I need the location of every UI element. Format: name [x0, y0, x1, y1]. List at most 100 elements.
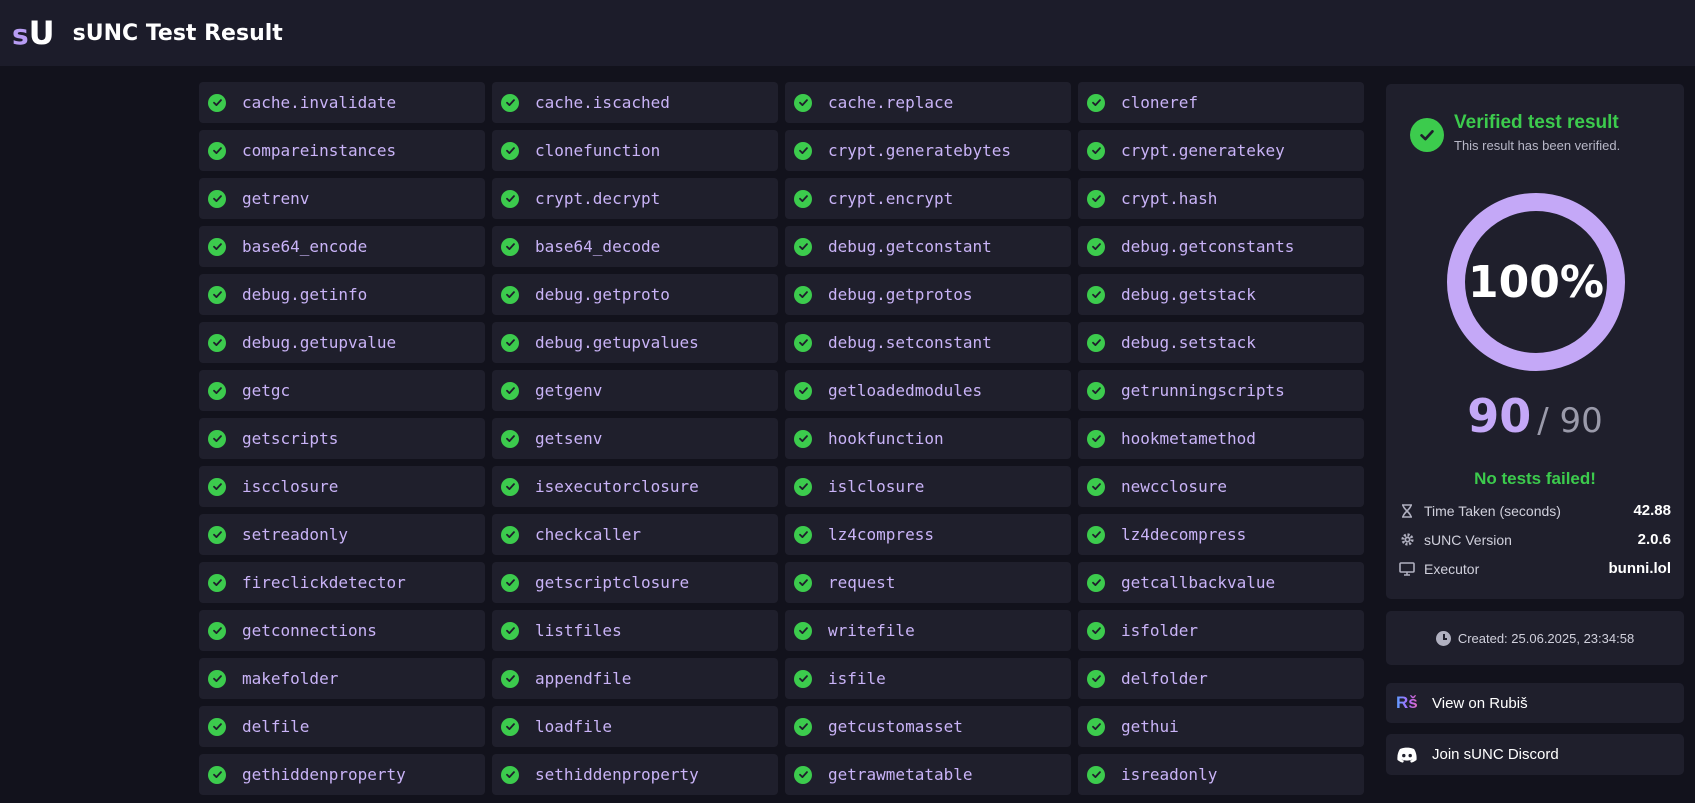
function-name: gethui — [1121, 717, 1179, 736]
function-result-item: lz4compress — [785, 514, 1071, 555]
function-result-item: debug.getupvalues — [492, 322, 778, 363]
pass-check-icon — [208, 477, 226, 496]
function-result-item: base64_decode — [492, 226, 778, 267]
function-name: loadfile — [535, 717, 613, 736]
function-name: request — [828, 573, 896, 592]
pass-check-icon — [208, 93, 226, 112]
pass-check-icon — [794, 717, 812, 736]
function-name: isexecutorclosure — [535, 477, 699, 496]
function-name: isfile — [828, 669, 886, 688]
function-name: debug.getconstant — [828, 237, 992, 256]
function-name: base64_decode — [535, 237, 661, 256]
rubis-link-label: View on Rubiš — [1432, 694, 1528, 712]
stat-executor: Executor bunni.lol — [1399, 554, 1671, 583]
function-result-item: debug.setconstant — [785, 322, 1071, 363]
function-result-item: getcustomasset — [785, 706, 1071, 747]
function-name: clonefunction — [535, 141, 661, 160]
function-result-item: makefolder — [199, 658, 485, 699]
function-results-grid: cache.invalidate cache.iscached cache.repl… — [199, 82, 1365, 795]
function-name: crypt.hash — [1121, 189, 1218, 208]
function-name: debug.getstack — [1121, 285, 1256, 304]
pass-check-icon — [501, 285, 519, 304]
function-result-item: gethui — [1078, 706, 1364, 747]
verified-banner: Verified test result This result has bee… — [1410, 112, 1620, 153]
function-result-item: cache.invalidate — [199, 82, 485, 123]
function-result-item: debug.getconstant — [785, 226, 1071, 267]
function-result-item: iscclosure — [199, 466, 485, 507]
stat-label: sUNC Version — [1424, 531, 1512, 548]
pass-check-icon — [794, 333, 812, 352]
stat-value: bunni.lol — [1608, 560, 1671, 577]
function-name: crypt.encrypt — [828, 189, 954, 208]
function-result-item: listfiles — [492, 610, 778, 651]
status-text: No tests failed! — [1474, 469, 1596, 488]
function-name: getcallbackvalue — [1121, 573, 1276, 592]
function-name: getgenv — [535, 381, 603, 400]
pass-check-icon — [208, 381, 226, 400]
pass-check-icon — [208, 285, 226, 304]
function-result-item: appendfile — [492, 658, 778, 699]
function-result-item: gethiddenproperty — [199, 754, 485, 795]
pass-check-icon — [1087, 285, 1105, 304]
function-name: base64_encode — [242, 237, 368, 256]
pass-check-icon — [1087, 621, 1105, 640]
pass-check-icon — [1087, 717, 1105, 736]
function-name: crypt.generatebytes — [828, 141, 1012, 160]
function-result-item: crypt.generatekey — [1078, 130, 1364, 171]
function-result-item: cache.iscached — [492, 82, 778, 123]
function-name: getrenv — [242, 189, 310, 208]
function-name: debug.getinfo — [242, 285, 368, 304]
function-name: debug.getupvalue — [242, 333, 397, 352]
verified-subtitle: This result has been verified. — [1454, 138, 1621, 153]
function-result-item: getgc — [199, 370, 485, 411]
function-name: getcustomasset — [828, 717, 963, 736]
function-name: debug.getupvalues — [535, 333, 699, 352]
function-name: sethiddenproperty — [535, 765, 699, 784]
function-result-item: getrenv — [199, 178, 485, 219]
pass-check-icon — [1087, 381, 1105, 400]
function-name: crypt.decrypt — [535, 189, 661, 208]
function-result-item: checkcaller — [492, 514, 778, 555]
function-result-item: getscriptclosure — [492, 562, 778, 603]
stat-label: Executor — [1424, 560, 1480, 577]
function-name: cloneref — [1121, 93, 1199, 112]
pass-check-icon — [1087, 237, 1105, 256]
pass-check-icon — [501, 141, 519, 160]
function-result-item: hookmetamethod — [1078, 418, 1364, 459]
function-result-item: compareinstances — [199, 130, 485, 171]
function-name: cache.replace — [828, 93, 954, 112]
function-name: getrunningscripts — [1121, 381, 1285, 400]
function-name: delfolder — [1121, 669, 1208, 688]
function-result-item: writefile — [785, 610, 1071, 651]
pass-check-icon — [794, 669, 812, 688]
function-name: debug.setconstant — [828, 333, 992, 352]
function-name: cache.iscached — [535, 93, 670, 112]
pass-check-icon — [501, 93, 519, 112]
pass-check-icon — [501, 381, 519, 400]
function-name: writefile — [828, 621, 915, 640]
sunc-logo[interactable]: sU — [12, 17, 55, 49]
pass-check-icon — [794, 621, 812, 640]
hourglass-icon — [1399, 503, 1415, 519]
function-result-item: setreadonly — [199, 514, 485, 555]
function-result-item: delfolder — [1078, 658, 1364, 699]
function-result-item: debug.getinfo — [199, 274, 485, 315]
join-discord-button[interactable]: Join sUNC Discord — [1386, 734, 1684, 775]
function-result-item: getscripts — [199, 418, 485, 459]
pass-check-icon — [1087, 573, 1105, 592]
function-result-item: fireclickdetector — [199, 562, 485, 603]
pass-check-icon — [794, 189, 812, 208]
view-on-rubis-button[interactable]: Rš View on Rubiš — [1386, 683, 1684, 723]
function-result-item: crypt.decrypt — [492, 178, 778, 219]
pass-check-icon — [794, 141, 812, 160]
pass-check-icon — [208, 141, 226, 160]
pass-check-icon — [1087, 93, 1105, 112]
function-name: isreadonly — [1121, 765, 1218, 784]
function-result-item: delfile — [199, 706, 485, 747]
pass-check-icon — [1087, 669, 1105, 688]
pass-check-icon — [501, 669, 519, 688]
function-name: iscclosure — [242, 477, 339, 496]
function-result-item: debug.getproto — [492, 274, 778, 315]
pass-check-icon — [208, 237, 226, 256]
pass-check-icon — [501, 765, 519, 784]
